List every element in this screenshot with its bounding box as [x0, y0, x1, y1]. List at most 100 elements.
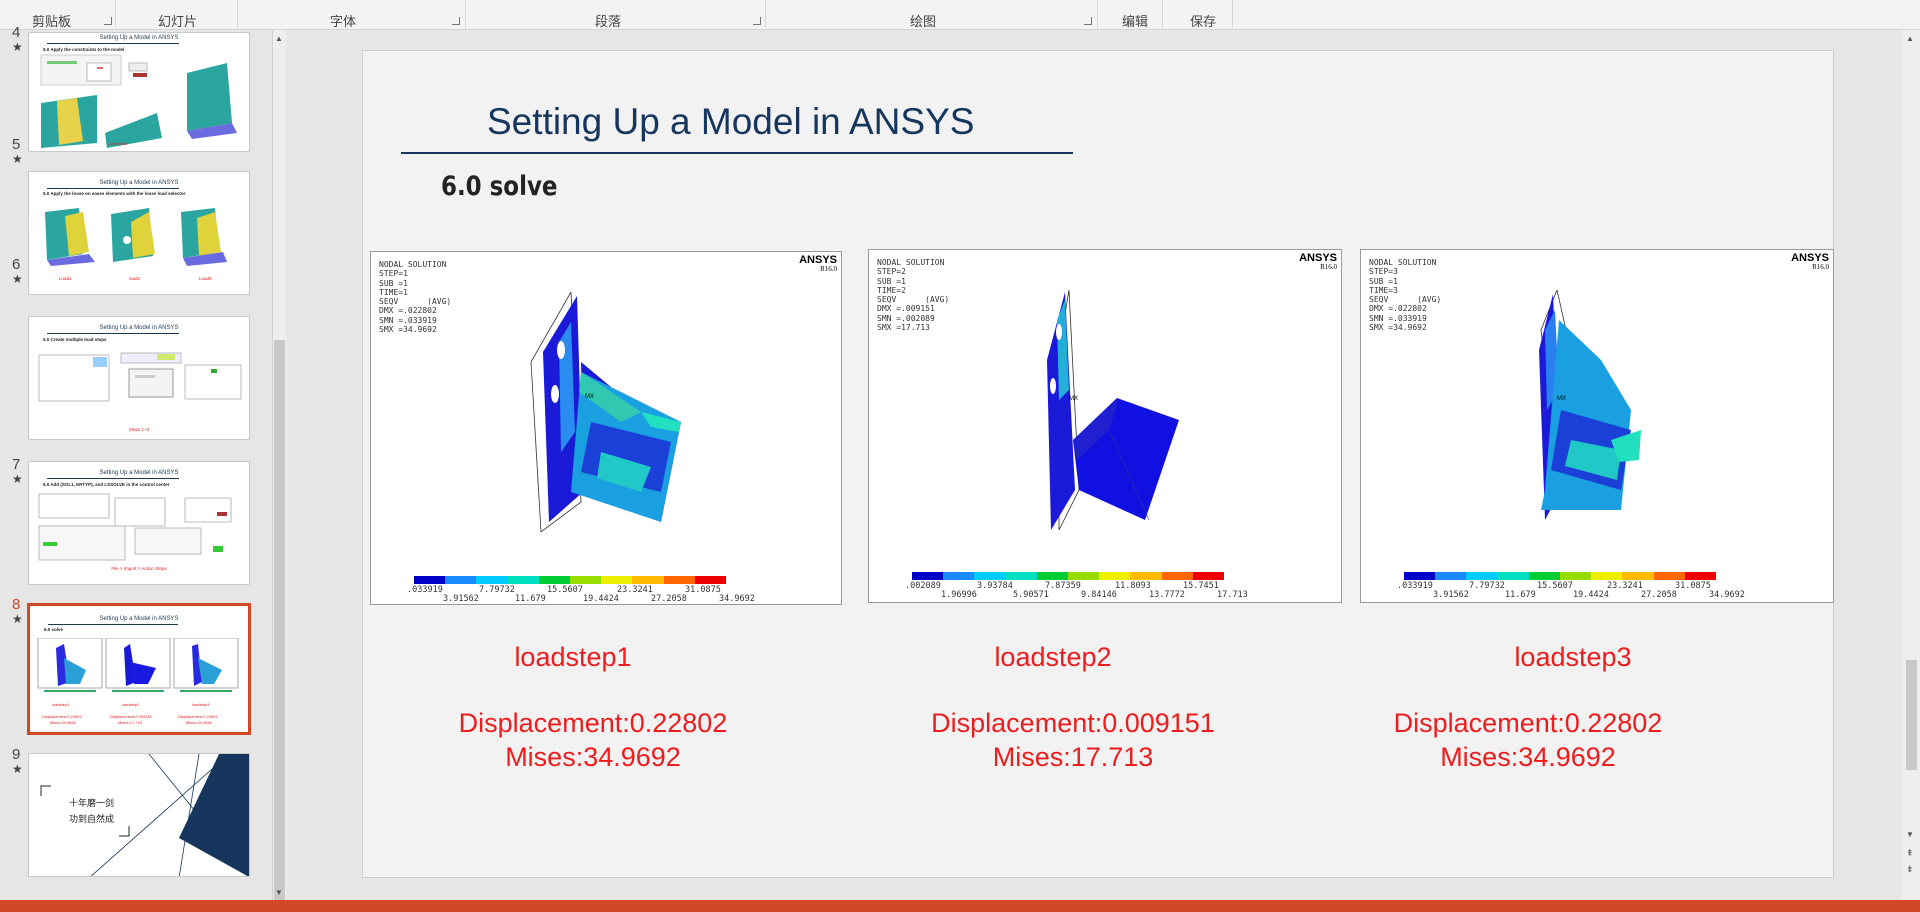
legend-swatch: [632, 576, 664, 584]
previous-slide-icon[interactable]: ⇞: [1906, 848, 1914, 859]
ansys-result-image-2[interactable]: NODAL SOLUTION STEP=2 SUB =1 TIME=2 SEQV (AV…: [868, 249, 1342, 603]
thumb-red-label: Steps 1~3: [128, 427, 150, 432]
legend-tick: 15.5607: [1537, 581, 1573, 591]
svg-text:MX: MX: [1557, 396, 1566, 402]
thumb-red-label: Load3: [199, 276, 212, 281]
legend-swatch: [1591, 572, 1623, 580]
slide-title[interactable]: Setting Up a Model in ANSYS: [487, 101, 974, 143]
legend-tick: 11.679: [1505, 590, 1536, 600]
legend-tick: .033919: [407, 585, 443, 595]
legend-tick: 15.7451: [1183, 581, 1219, 591]
slide-number: 4: [12, 24, 21, 41]
ansys-result-image-3[interactable]: NODAL SOLUTION STEP=3 SUB =1 TIME=3 SEQV (AV…: [1360, 249, 1834, 603]
svg-text:Displacement:0.22802: Displacement:0.22802: [178, 714, 219, 719]
thumb-text-1: 十年磨一剑: [69, 798, 115, 808]
legend-swatch: [694, 576, 727, 584]
legend-swatch: [974, 572, 1006, 580]
legend-tick: 19.4424: [583, 594, 619, 604]
clipboard-launcher-icon[interactable]: [104, 17, 112, 25]
thumb-text-2: 功到自然成: [69, 814, 115, 824]
legend-swatch: [1005, 572, 1037, 580]
legend-tick: 1.96996: [941, 590, 977, 600]
thumb-subtitle: 5.0 Apply the constraints to the model: [43, 47, 125, 52]
scroll-down-icon[interactable]: ▼: [275, 888, 283, 897]
svg-text:Displacement:0.22802: Displacement:0.22802: [42, 714, 83, 719]
caption-displacement-3[interactable]: Displacement:0.22802: [1363, 707, 1693, 740]
legend-swatch: [1560, 572, 1592, 580]
thumb-subtitle: 5.0 Apply the loose on eases elements wi…: [43, 191, 186, 196]
ribbon-group-clipboard: 剪贴板: [32, 14, 72, 29]
legend-swatch: [570, 576, 602, 584]
thumb-title: Setting Up a Model in ANSYS: [99, 470, 179, 476]
thumb-subtitle: 6.0 solve: [44, 627, 64, 632]
animation-star-icon: ★: [12, 152, 23, 166]
legend-swatch: [1622, 572, 1654, 580]
legend-tick: 31.0875: [685, 585, 721, 595]
thumb-title-line: [47, 478, 179, 479]
slide-thumbnail-4[interactable]: Setting Up a Model in ANSYS 5.0 Apply th…: [28, 32, 250, 152]
svg-text:Mises:34.9692: Mises:34.9692: [50, 720, 77, 725]
legend-tick: 3.91562: [443, 594, 479, 604]
caption-loadstep1[interactable]: loadstep1: [433, 641, 713, 674]
thumb-title: Setting Up a Model in ANSYS: [99, 616, 179, 622]
caption-loadstep3[interactable]: loadstep3: [1433, 641, 1713, 674]
thumbnail-scroll-thumb[interactable]: [274, 340, 285, 900]
stress-contour-model-1: MX: [530, 292, 681, 532]
caption-mises-2[interactable]: Mises:17.713: [903, 741, 1243, 774]
stress-contour-model-2: MX: [1047, 290, 1179, 530]
legend-tick: 15.5607: [547, 585, 583, 595]
slide-canvas[interactable]: Setting Up a Model in ANSYS 6.0 solve NO…: [362, 50, 1834, 878]
thumb-subtitle: 5.0 Add (SOL1, ERTYP), and LSSOLVE in th…: [43, 482, 170, 487]
ribbon-separator: [115, 0, 116, 28]
caption-mises-3[interactable]: Mises:34.9692: [1363, 741, 1693, 774]
ribbon-separator: [465, 0, 466, 28]
caption-displacement-1[interactable]: Displacement:0.22802: [433, 707, 753, 740]
legend-tick: 27.2058: [651, 594, 687, 604]
ribbon-group-editing: 编辑: [1122, 14, 1149, 29]
legend-swatch: [1435, 572, 1467, 580]
ansys-version: R16.0: [1812, 263, 1829, 271]
thumb-title: Setting Up a Model in ANSYS: [99, 180, 179, 186]
caption-loadstep2[interactable]: loadstep2: [913, 641, 1193, 674]
next-slide-icon[interactable]: ⇟: [1906, 864, 1914, 875]
slide-thumbnail-8[interactable]: Setting Up a Model in ANSYS 6.0 solve lo…: [27, 603, 251, 735]
slide-subtitle[interactable]: 6.0 solve: [441, 171, 557, 202]
animation-star-icon: ★: [12, 612, 23, 626]
drawing-launcher-icon[interactable]: [1084, 17, 1092, 25]
svg-text:MX: MX: [1069, 396, 1078, 402]
legend-tick: 27.2058: [1641, 590, 1677, 600]
slide-thumbnail-6[interactable]: Setting Up a Model in ANSYS 5.0 Create m…: [28, 316, 250, 440]
legend-tick: 19.4424: [1573, 590, 1609, 600]
thumb-title: Setting Up a Model in ANSYS: [99, 325, 179, 331]
slide-scrollbar[interactable]: ▲ ▼ ⇞ ⇟: [1902, 30, 1920, 900]
paragraph-launcher-icon[interactable]: [753, 17, 761, 25]
slide-number: 9: [12, 746, 21, 763]
slide-thumbnail-7[interactable]: Setting Up a Model in ANSYS 5.0 Add (SOL…: [28, 461, 250, 585]
slide-number: 7: [12, 456, 21, 473]
scroll-up-icon[interactable]: ▲: [275, 34, 283, 43]
font-launcher-icon[interactable]: [452, 17, 460, 25]
legend-ticks: .033919 7.79732 15.5607 23.3241 31.0875 …: [1397, 581, 1833, 601]
caption-displacement-2[interactable]: Displacement:0.009151: [903, 707, 1243, 740]
thumb-red-label: load2: [129, 276, 141, 281]
ansys-result-image-1[interactable]: NODAL SOLUTION STEP=1 SUB =1 TIME=1 SEQV (AV…: [370, 251, 842, 605]
svg-text:Constraints: Constraints: [107, 141, 127, 146]
scroll-down-icon[interactable]: ▼: [1906, 830, 1914, 839]
ribbon-separator: [765, 0, 766, 28]
thumbnail-scrollbar[interactable]: ▲ ▼: [272, 30, 286, 900]
svg-text:loadstep1: loadstep1: [52, 702, 70, 707]
ribbon-separator: [1232, 0, 1233, 28]
slide-thumbnail-9[interactable]: 十年磨一剑 功到自然成: [28, 753, 250, 877]
svg-text:Mises:34.9692: Mises:34.9692: [186, 720, 213, 725]
legend-tick: 5.90571: [1013, 590, 1049, 600]
legend-tick: 34.9692: [719, 594, 755, 604]
ribbon-group-drawing: 绘图: [910, 14, 937, 29]
caption-mises-1[interactable]: Mises:34.9692: [433, 741, 753, 774]
slide-scroll-thumb[interactable]: [1906, 660, 1917, 770]
ribbon-group-slides: 幻灯片: [158, 14, 198, 29]
slide-number: 6: [12, 256, 21, 273]
thumb-title-line: [47, 43, 179, 44]
scroll-up-icon[interactable]: ▲: [1906, 34, 1914, 43]
legend-tick: 13.7772: [1149, 590, 1185, 600]
slide-thumbnail-5[interactable]: Setting Up a Model in ANSYS 5.0 Apply th…: [28, 171, 250, 295]
